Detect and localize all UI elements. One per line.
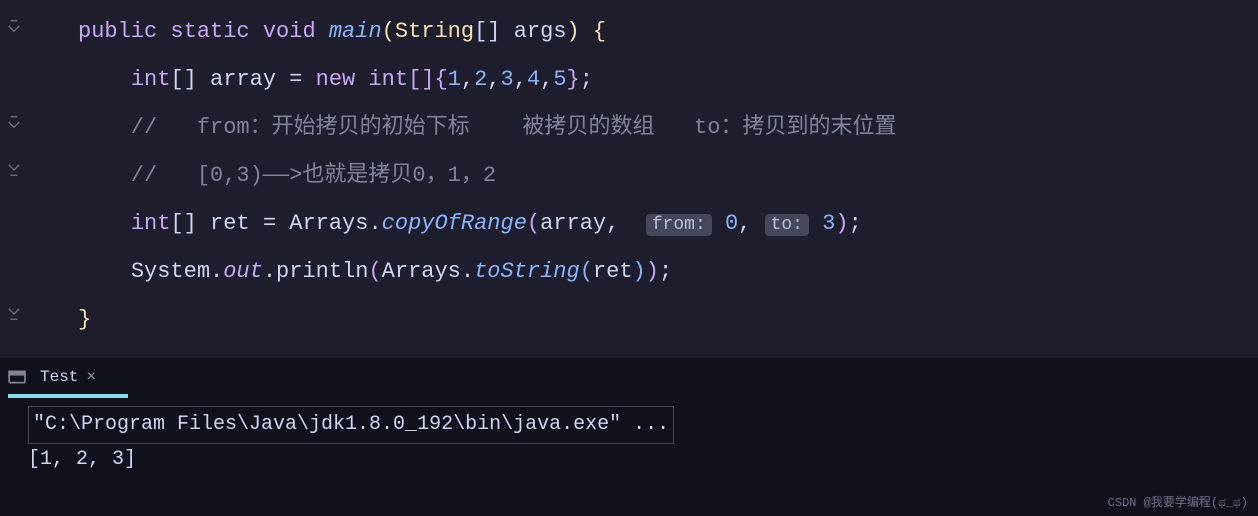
fold-marker-icon[interactable] [6, 162, 22, 178]
code-line: // [0,3)——>也就是拷贝0，1，2 [78, 152, 1258, 200]
tab-label: Test [40, 368, 78, 386]
parameter-hint: to: [765, 214, 809, 236]
fold-marker-icon[interactable] [6, 306, 22, 322]
terminal-output[interactable]: "C:\Program Files\Java\jdk1.8.0_192\bin\… [0, 398, 1258, 484]
code-line: public static void main(String[] args) { [78, 8, 1258, 56]
terminal-tab[interactable]: Test × [32, 368, 104, 386]
code-line: int[] array = new int[]{1,2,3,4,5}; [78, 56, 1258, 104]
code-line: } [78, 296, 1258, 344]
code-line: int[] ret = Arrays.copyOfRange(array, fr… [78, 200, 1258, 248]
fold-marker-icon[interactable] [6, 114, 22, 130]
code-line: // from：开始拷贝的初始下标 被拷贝的数组 to：拷贝到的末位置 [78, 104, 1258, 152]
code-content[interactable]: public static void main(String[] args) {… [28, 0, 1258, 358]
terminal-tabs: Test × [0, 360, 1258, 394]
close-icon[interactable]: × [86, 368, 96, 386]
terminal-panel: Test × "C:\Program Files\Java\jdk1.8.0_1… [0, 360, 1258, 516]
fold-marker-icon[interactable] [6, 18, 22, 34]
code-line: System.out.println(Arrays.toString(ret))… [78, 248, 1258, 296]
terminal-output-line: [1, 2, 3] [28, 444, 1230, 476]
terminal-command: "C:\Program Files\Java\jdk1.8.0_192\bin\… [28, 406, 674, 444]
parameter-hint: from: [646, 214, 712, 236]
gutter [0, 0, 28, 358]
terminal-icon [8, 368, 26, 386]
code-editor[interactable]: public static void main(String[] args) {… [0, 0, 1258, 358]
watermark: CSDN @我要学编程(ಥ_ಥ) [1108, 493, 1248, 510]
